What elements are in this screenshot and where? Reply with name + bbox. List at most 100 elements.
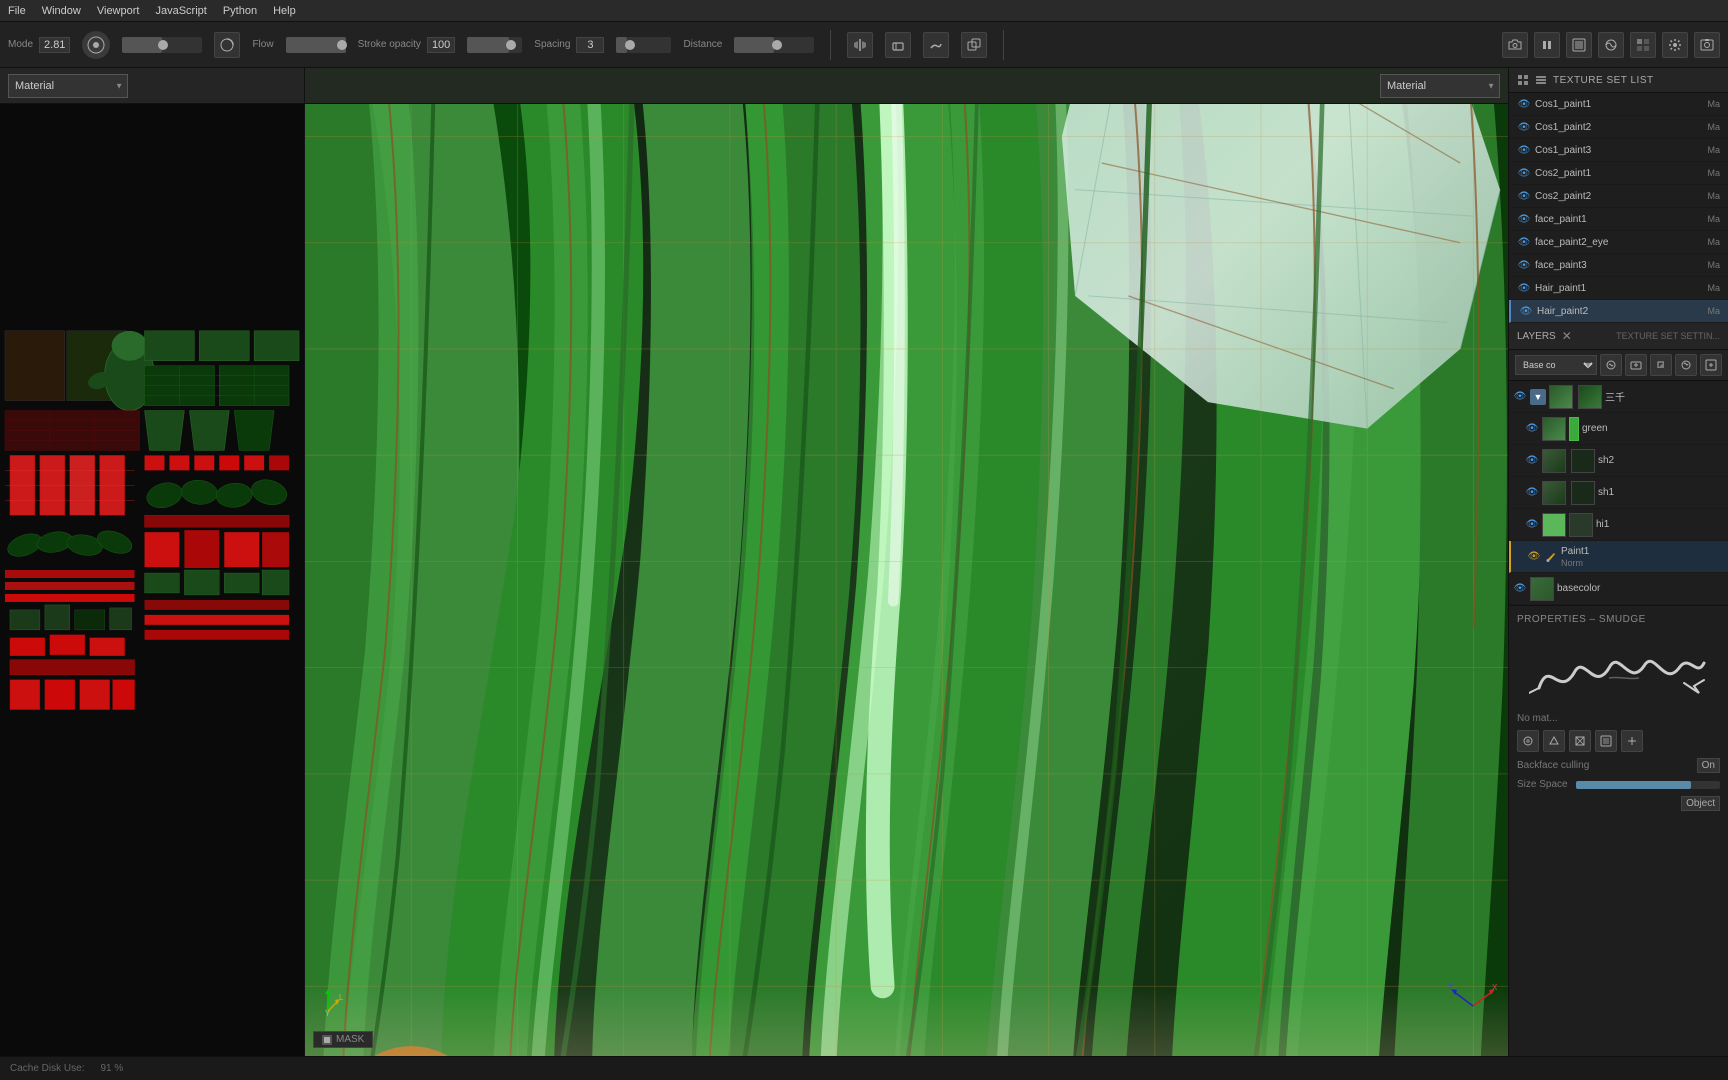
- layer-item-hi1[interactable]: 👁 hi1: [1509, 509, 1728, 541]
- spacing-value[interactable]: 3: [576, 37, 604, 53]
- layer-thumb-2: [1569, 513, 1593, 537]
- layer-item-green[interactable]: 👁 green: [1509, 413, 1728, 445]
- no-material-label: No mat...: [1517, 713, 1558, 724]
- viewport-solo-icon[interactable]: [1630, 32, 1656, 58]
- eye-icon[interactable]: 👁: [1517, 281, 1531, 295]
- texture-set-list-header: TEXTURE SET LIST: [1509, 68, 1728, 93]
- layer-item-group1[interactable]: 👁 ▼ 三千: [1509, 381, 1728, 413]
- spacing-slider[interactable]: [616, 37, 671, 53]
- texture-set-item-cos2-paint2[interactable]: 👁 Cos2_paint2 Ma: [1509, 185, 1728, 208]
- texture-set-item-cos1-paint1[interactable]: 👁 Cos1_paint1 Ma: [1509, 93, 1728, 116]
- layer-eye-icon[interactable]: 👁: [1525, 486, 1539, 500]
- left-material-dropdown[interactable]: Material: [8, 74, 128, 98]
- canvas-material-dropdown[interactable]: Material: [1380, 74, 1500, 98]
- layer-add-paint-btn[interactable]: [1600, 354, 1622, 376]
- screenshot-icon[interactable]: [1694, 32, 1720, 58]
- pause-icon[interactable]: [1534, 32, 1560, 58]
- layer-item-sh2[interactable]: 👁 sh2: [1509, 445, 1728, 477]
- layers-close-btn[interactable]: ✕: [1562, 329, 1572, 343]
- layer-add-mask-btn[interactable]: [1625, 354, 1647, 376]
- layer-fill-btn[interactable]: [1650, 354, 1672, 376]
- layer-tools: Base co: [1509, 350, 1728, 381]
- layer-name: sh1: [1598, 487, 1724, 498]
- size-space-slider[interactable]: [1576, 781, 1720, 789]
- smudge-icon[interactable]: [923, 32, 949, 58]
- layer-info: Paint1 Norm: [1561, 546, 1724, 568]
- eye-icon[interactable]: 👁: [1517, 235, 1531, 249]
- camera-icon[interactable]: [1502, 32, 1528, 58]
- backface-culling-row: Backface culling On: [1517, 758, 1720, 773]
- mode-value[interactable]: 2.81: [39, 37, 70, 53]
- layer-item-basecolor[interactable]: 👁 basecolor: [1509, 573, 1728, 605]
- layer-item-paint1[interactable]: 👁 Paint1 Norm: [1509, 541, 1728, 573]
- settings-icon[interactable]: [1662, 32, 1688, 58]
- texture-set-item-cos1-paint2[interactable]: 👁 Cos1_paint2 Ma: [1509, 116, 1728, 139]
- texture-set-item-face-paint1[interactable]: 👁 face_paint1 Ma: [1509, 208, 1728, 231]
- size-space-value[interactable]: Object: [1681, 796, 1720, 811]
- stroke-opacity-slider[interactable]: [467, 37, 522, 53]
- layer-gen-btn[interactable]: [1675, 354, 1697, 376]
- layer-more-btn[interactable]: [1700, 354, 1722, 376]
- layer-info: green: [1582, 423, 1724, 434]
- symmetry-icon[interactable]: [847, 32, 873, 58]
- layer-item-sh1[interactable]: 👁 sh1: [1509, 477, 1728, 509]
- backface-icon-4[interactable]: [1595, 730, 1617, 752]
- texture-set-item-cos2-paint1[interactable]: 👁 Cos2_paint1 Ma: [1509, 162, 1728, 185]
- canvas-dropdown-wrapper[interactable]: Material: [1380, 74, 1500, 98]
- layer-info: sh2: [1598, 455, 1724, 466]
- backface-value[interactable]: On: [1697, 758, 1720, 773]
- item-name: face_paint2_eye: [1535, 237, 1703, 248]
- eye-icon[interactable]: 👁: [1517, 189, 1531, 203]
- texture-set-settings-label[interactable]: TEXTURE SET SETTIN...: [1616, 331, 1720, 341]
- layer-eye-icon[interactable]: 👁: [1527, 550, 1541, 564]
- texture-set-item-cos1-paint3[interactable]: 👁 Cos1_paint3 Ma: [1509, 139, 1728, 162]
- eye-icon[interactable]: 👁: [1517, 143, 1531, 157]
- backface-icon-2[interactable]: [1543, 730, 1565, 752]
- left-dropdown-wrapper[interactable]: Material: [8, 74, 128, 98]
- menu-viewport[interactable]: Viewport: [97, 5, 140, 17]
- texture-set-item-hair-paint1[interactable]: 👁 Hair_paint1 Ma: [1509, 277, 1728, 300]
- menu-python[interactable]: Python: [223, 5, 257, 17]
- blend-mode-wrapper[interactable]: Base co: [1515, 355, 1597, 375]
- brush-size-icon[interactable]: [82, 31, 110, 59]
- menu-file[interactable]: File: [8, 5, 26, 17]
- layer-eye-icon[interactable]: 👁: [1513, 582, 1527, 596]
- eye-icon[interactable]: 👁: [1517, 120, 1531, 134]
- material-view-icon[interactable]: [1598, 32, 1624, 58]
- layer-name: sh2: [1598, 455, 1724, 466]
- menu-help[interactable]: Help: [273, 5, 296, 17]
- layer-eye-icon[interactable]: 👁: [1525, 422, 1539, 436]
- layer-eye-icon[interactable]: 👁: [1525, 518, 1539, 532]
- eye-icon[interactable]: 👁: [1517, 166, 1531, 180]
- clone-icon[interactable]: [961, 32, 987, 58]
- texture-list-icon2: [1535, 74, 1547, 86]
- menu-window[interactable]: Window: [42, 5, 81, 17]
- texture-set-item-face-paint3[interactable]: 👁 face_paint3 Ma: [1509, 254, 1728, 277]
- menu-javascript[interactable]: JavaScript: [155, 5, 206, 17]
- texture-preview[interactable]: [0, 104, 304, 1056]
- layer-eye-icon[interactable]: 👁: [1525, 454, 1539, 468]
- flow-slider[interactable]: [286, 37, 346, 53]
- eye-icon[interactable]: 👁: [1519, 304, 1533, 318]
- distance-slider[interactable]: [734, 37, 814, 53]
- stroke-opacity-value[interactable]: 100: [427, 37, 455, 53]
- backface-icon-5[interactable]: [1621, 730, 1643, 752]
- spacing-group: Spacing 3: [534, 37, 604, 53]
- brush-size-slider[interactable]: [122, 37, 202, 53]
- backface-icon-3[interactable]: [1569, 730, 1591, 752]
- xyz-indicator: X Z: [1448, 976, 1498, 1016]
- item-name: Cos1_paint1: [1535, 99, 1703, 110]
- backface-icon-1[interactable]: [1517, 730, 1539, 752]
- cache-disk-value: 91 %: [100, 1063, 123, 1074]
- brush-opacity-icon[interactable]: [214, 32, 240, 58]
- texture-set-item-face-paint2-eye[interactable]: 👁 face_paint2_eye Ma: [1509, 231, 1728, 254]
- eye-icon[interactable]: 👁: [1517, 212, 1531, 226]
- eraser-icon[interactable]: [885, 32, 911, 58]
- eye-icon[interactable]: 👁: [1517, 97, 1531, 111]
- eye-icon[interactable]: 👁: [1517, 258, 1531, 272]
- canvas-area[interactable]: Material: [305, 68, 1508, 1056]
- texture-set-item-hair-paint2[interactable]: 👁 Hair_paint2 Ma: [1509, 300, 1728, 323]
- render-icon[interactable]: [1566, 32, 1592, 58]
- blend-mode-dropdown[interactable]: Base co: [1515, 355, 1597, 375]
- layer-eye-icon[interactable]: 👁: [1513, 390, 1527, 404]
